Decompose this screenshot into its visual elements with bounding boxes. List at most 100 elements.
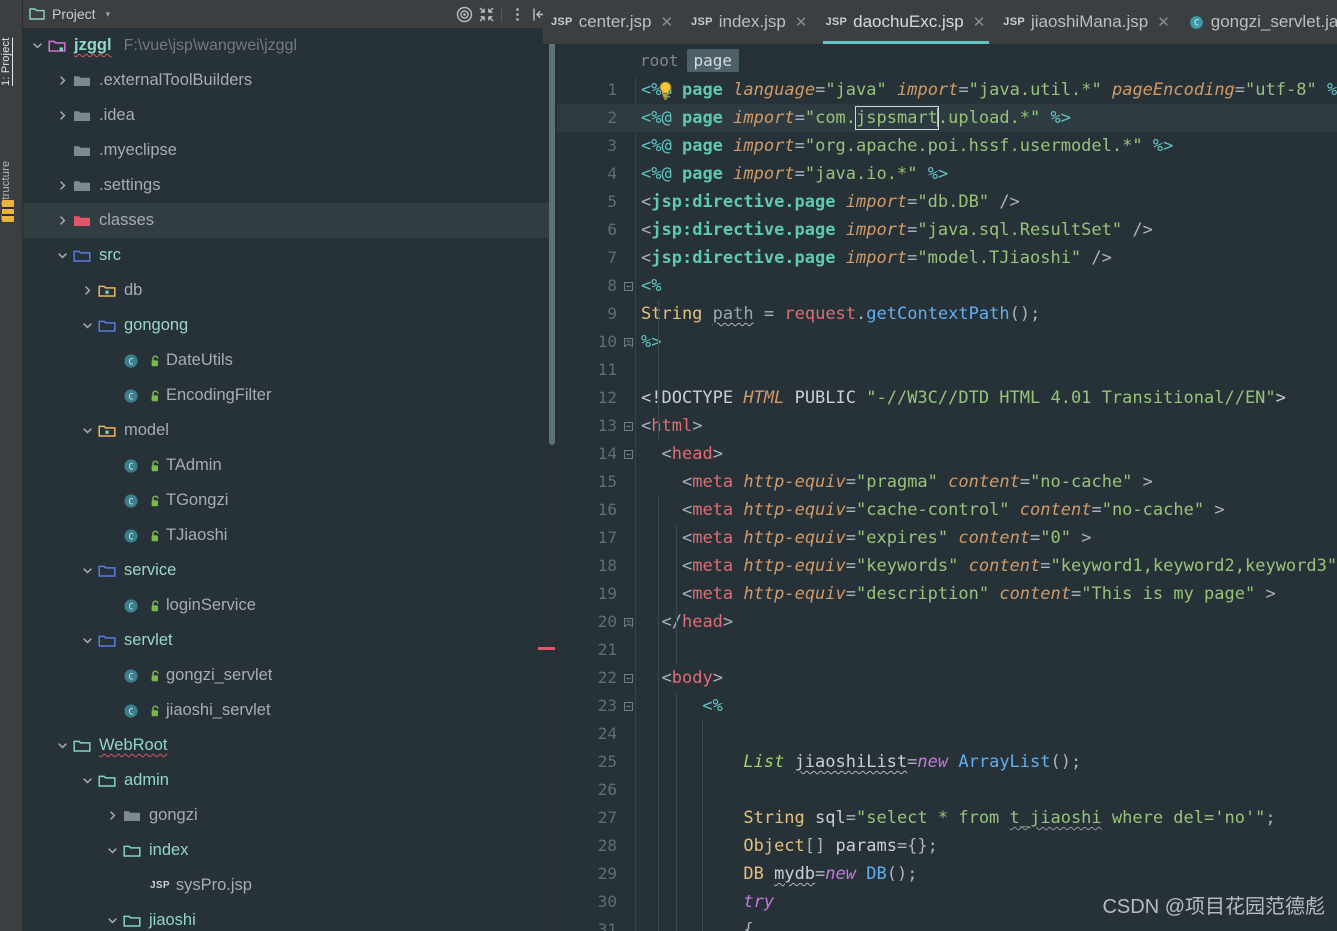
code-line[interactable]: 2 <%@ page import="com.jspsmart.upload.*"… [557, 104, 1337, 132]
chevron-down-icon[interactable] [30, 39, 44, 53]
code-line[interactable]: 5 <jsp:directive.page import="db.DB" /> [557, 188, 1337, 216]
close-icon[interactable]: ✕ [660, 13, 673, 31]
tree-node-src[interactable]: src [22, 238, 556, 273]
code-line[interactable]: 17 <meta http-equiv="expires" content="0… [557, 524, 1337, 552]
code-line[interactable]: 29 DB mydb=new DB(); [557, 860, 1337, 888]
chevron-down-icon[interactable] [80, 319, 94, 333]
chevron-right-icon[interactable] [55, 74, 69, 88]
chevron-down-icon[interactable] [55, 249, 69, 263]
tree-node-jzggl[interactable]: jzggl F:\vue\jsp\wangwei\jzggl [22, 28, 556, 63]
chevron-right-icon[interactable] [80, 284, 94, 298]
tree-node-idea[interactable]: .idea [22, 98, 556, 133]
code-line[interactable]: 1 <%@ page language="java" import="java.u… [557, 76, 1337, 104]
fold-marker-icon[interactable] [621, 412, 635, 440]
tree-node-jiaoshi-servlet[interactable]: Cjiaoshi_servlet [22, 693, 556, 728]
close-icon[interactable]: ✕ [973, 13, 986, 31]
code-line[interactable]: 10 %> [557, 328, 1337, 356]
tree-node-tjiaoshi[interactable]: C TJiaoshi [22, 518, 556, 553]
chevron-down-icon[interactable] [80, 634, 94, 648]
tree-node-loginservice[interactable]: CloginService [22, 588, 556, 623]
chevron-down-icon[interactable] [80, 564, 94, 578]
tree-node-tadmin[interactable]: C TAdmin [22, 448, 556, 483]
code-line[interactable]: 15 <meta http-equiv="pragma" content="no… [557, 468, 1337, 496]
error-stripe-marker[interactable] [538, 647, 556, 650]
fold-marker-icon[interactable] [621, 608, 635, 636]
tree-node-index[interactable]: index [22, 833, 556, 868]
tree-node-tgongzi[interactable]: C TGongzi [22, 483, 556, 518]
more-options-icon[interactable] [506, 3, 528, 25]
chevron-down-icon[interactable] [105, 844, 119, 858]
tree-node-service[interactable]: service [22, 553, 556, 588]
chevron-down-icon[interactable] [105, 914, 119, 928]
editor-tab-center-jsp[interactable]: JSP center.jsp ✕ [543, 0, 683, 44]
code-lines[interactable]: 1 <%@ page language="java" import="java.u… [557, 76, 1337, 931]
chevron-right-icon[interactable] [105, 809, 119, 823]
tree-node-admin[interactable]: admin [22, 763, 556, 798]
tree-node-settings[interactable]: .settings [22, 168, 556, 203]
code-line[interactable]: 22 <body> [557, 664, 1337, 692]
tree-node-syspro-jsp[interactable]: JSP sysPro.jsp [22, 868, 556, 903]
breadcrumb-page[interactable]: page [686, 48, 740, 72]
collapse-all-icon[interactable] [475, 3, 497, 25]
tree-node-jiaoshi[interactable]: jiaoshi [22, 903, 556, 931]
tree-node-encodingfilter[interactable]: C EncodingFilter [22, 378, 556, 413]
editor-tab-bar[interactable]: JSP center.jsp ✕ JSP index.jsp ✕ JSP daochuExc.… [543, 0, 1337, 44]
project-tree[interactable]: jzggl F:\vue\jsp\wangwei\jzggl .externalTo… [22, 28, 556, 931]
code-line[interactable]: 25 List jiaoshiList=new ArrayList(); [557, 748, 1337, 776]
code-line[interactable]: 11 [557, 356, 1337, 384]
code-line[interactable]: 20 </head> [557, 608, 1337, 636]
tree-node-model[interactable]: model [22, 413, 556, 448]
code-line[interactable]: 24 [557, 720, 1337, 748]
code-line[interactable]: 9 String path = request.getContextPath(); [557, 300, 1337, 328]
tree-node-classes[interactable]: classes [22, 203, 556, 238]
chevron-right-icon[interactable] [55, 214, 69, 228]
tree-node-db[interactable]: db [22, 273, 556, 308]
fold-marker-icon[interactable] [621, 440, 635, 468]
code-line[interactable]: 14 <head> [557, 440, 1337, 468]
editor-tab-jiaoshimana-jsp[interactable]: JSP jiaoshiMana.jsp ✕ [995, 0, 1179, 44]
code-line[interactable]: 21 [557, 636, 1337, 664]
editor-tab-index-jsp[interactable]: JSP index.jsp ✕ [683, 0, 817, 44]
tree-node-externaltoolbuilders[interactable]: .externalToolBuilders [22, 63, 556, 98]
breadcrumb-root[interactable]: root [640, 51, 679, 70]
chevron-down-icon[interactable] [55, 739, 69, 753]
chevron-right-icon[interactable] [55, 179, 69, 193]
code-line[interactable]: 7 <jsp:directive.page import="model.TJiao… [557, 244, 1337, 272]
editor-tab-gongzi-servlet-java[interactable]: Cgongzi_servlet.java✕ [1180, 0, 1337, 44]
fold-marker-icon[interactable] [621, 272, 635, 300]
code-editor[interactable]: 1 <%@ page language="java" import="java.u… [557, 76, 1337, 931]
close-icon[interactable]: ✕ [1157, 13, 1170, 31]
chevron-down-icon[interactable]: ▾ [106, 9, 111, 20]
tree-node-dateutils[interactable]: C DateUtils [22, 343, 556, 378]
code-line[interactable]: 26 [557, 776, 1337, 804]
code-line[interactable]: 23 <% [557, 692, 1337, 720]
editor-tab-daochuexc-jsp[interactable]: JSP daochuExc.jsp ✕ [817, 0, 995, 44]
tree-node-gongzi-servlet[interactable]: Cgongzi_servlet [22, 658, 556, 693]
tree-node-servlet[interactable]: servlet [22, 623, 556, 658]
code-line[interactable]: 13 <html> [557, 412, 1337, 440]
code-line[interactable]: 18 <meta http-equiv="keywords" content="… [557, 552, 1337, 580]
code-line[interactable]: 4 <%@ page import="java.io.*" %> [557, 160, 1337, 188]
locate-target-icon[interactable] [453, 3, 475, 25]
tree-node-webroot[interactable]: WebRoot [22, 728, 556, 763]
fold-marker-icon[interactable] [621, 328, 635, 356]
code-line[interactable]: 28 Object[] params={}; [557, 832, 1337, 860]
code-line[interactable]: 6 <jsp:directive.page import="java.sql.Re… [557, 216, 1337, 244]
code-line[interactable]: 12 <!DOCTYPE HTML PUBLIC "-//W3C//DTD HTM… [557, 384, 1337, 412]
chevron-right-icon[interactable] [55, 109, 69, 123]
tree-node-myeclipse[interactable]: .myeclipse [22, 133, 556, 168]
tree-node-gongzi[interactable]: gongzi [22, 798, 556, 833]
fold-marker-icon[interactable] [621, 692, 635, 720]
code-line[interactable]: 8 <% [557, 272, 1337, 300]
code-line[interactable]: 27 String sql="select * from t_jiaoshi w… [557, 804, 1337, 832]
chevron-down-icon[interactable] [80, 774, 94, 788]
fold-marker-icon[interactable] [621, 664, 635, 692]
tool-tab-project[interactable]: 1: Project [0, 4, 22, 90]
tree-node-gongong[interactable]: gongong [22, 308, 556, 343]
close-icon[interactable]: ✕ [795, 13, 808, 31]
chevron-down-icon[interactable] [80, 424, 94, 438]
code-line[interactable]: 19 <meta http-equiv="description" conten… [557, 580, 1337, 608]
intention-lightbulb-icon[interactable] [657, 81, 674, 100]
code-line[interactable]: 3 <%@ page import="org.apache.poi.hssf.us… [557, 132, 1337, 160]
code-line[interactable]: 16 <meta http-equiv="cache-control" cont… [557, 496, 1337, 524]
